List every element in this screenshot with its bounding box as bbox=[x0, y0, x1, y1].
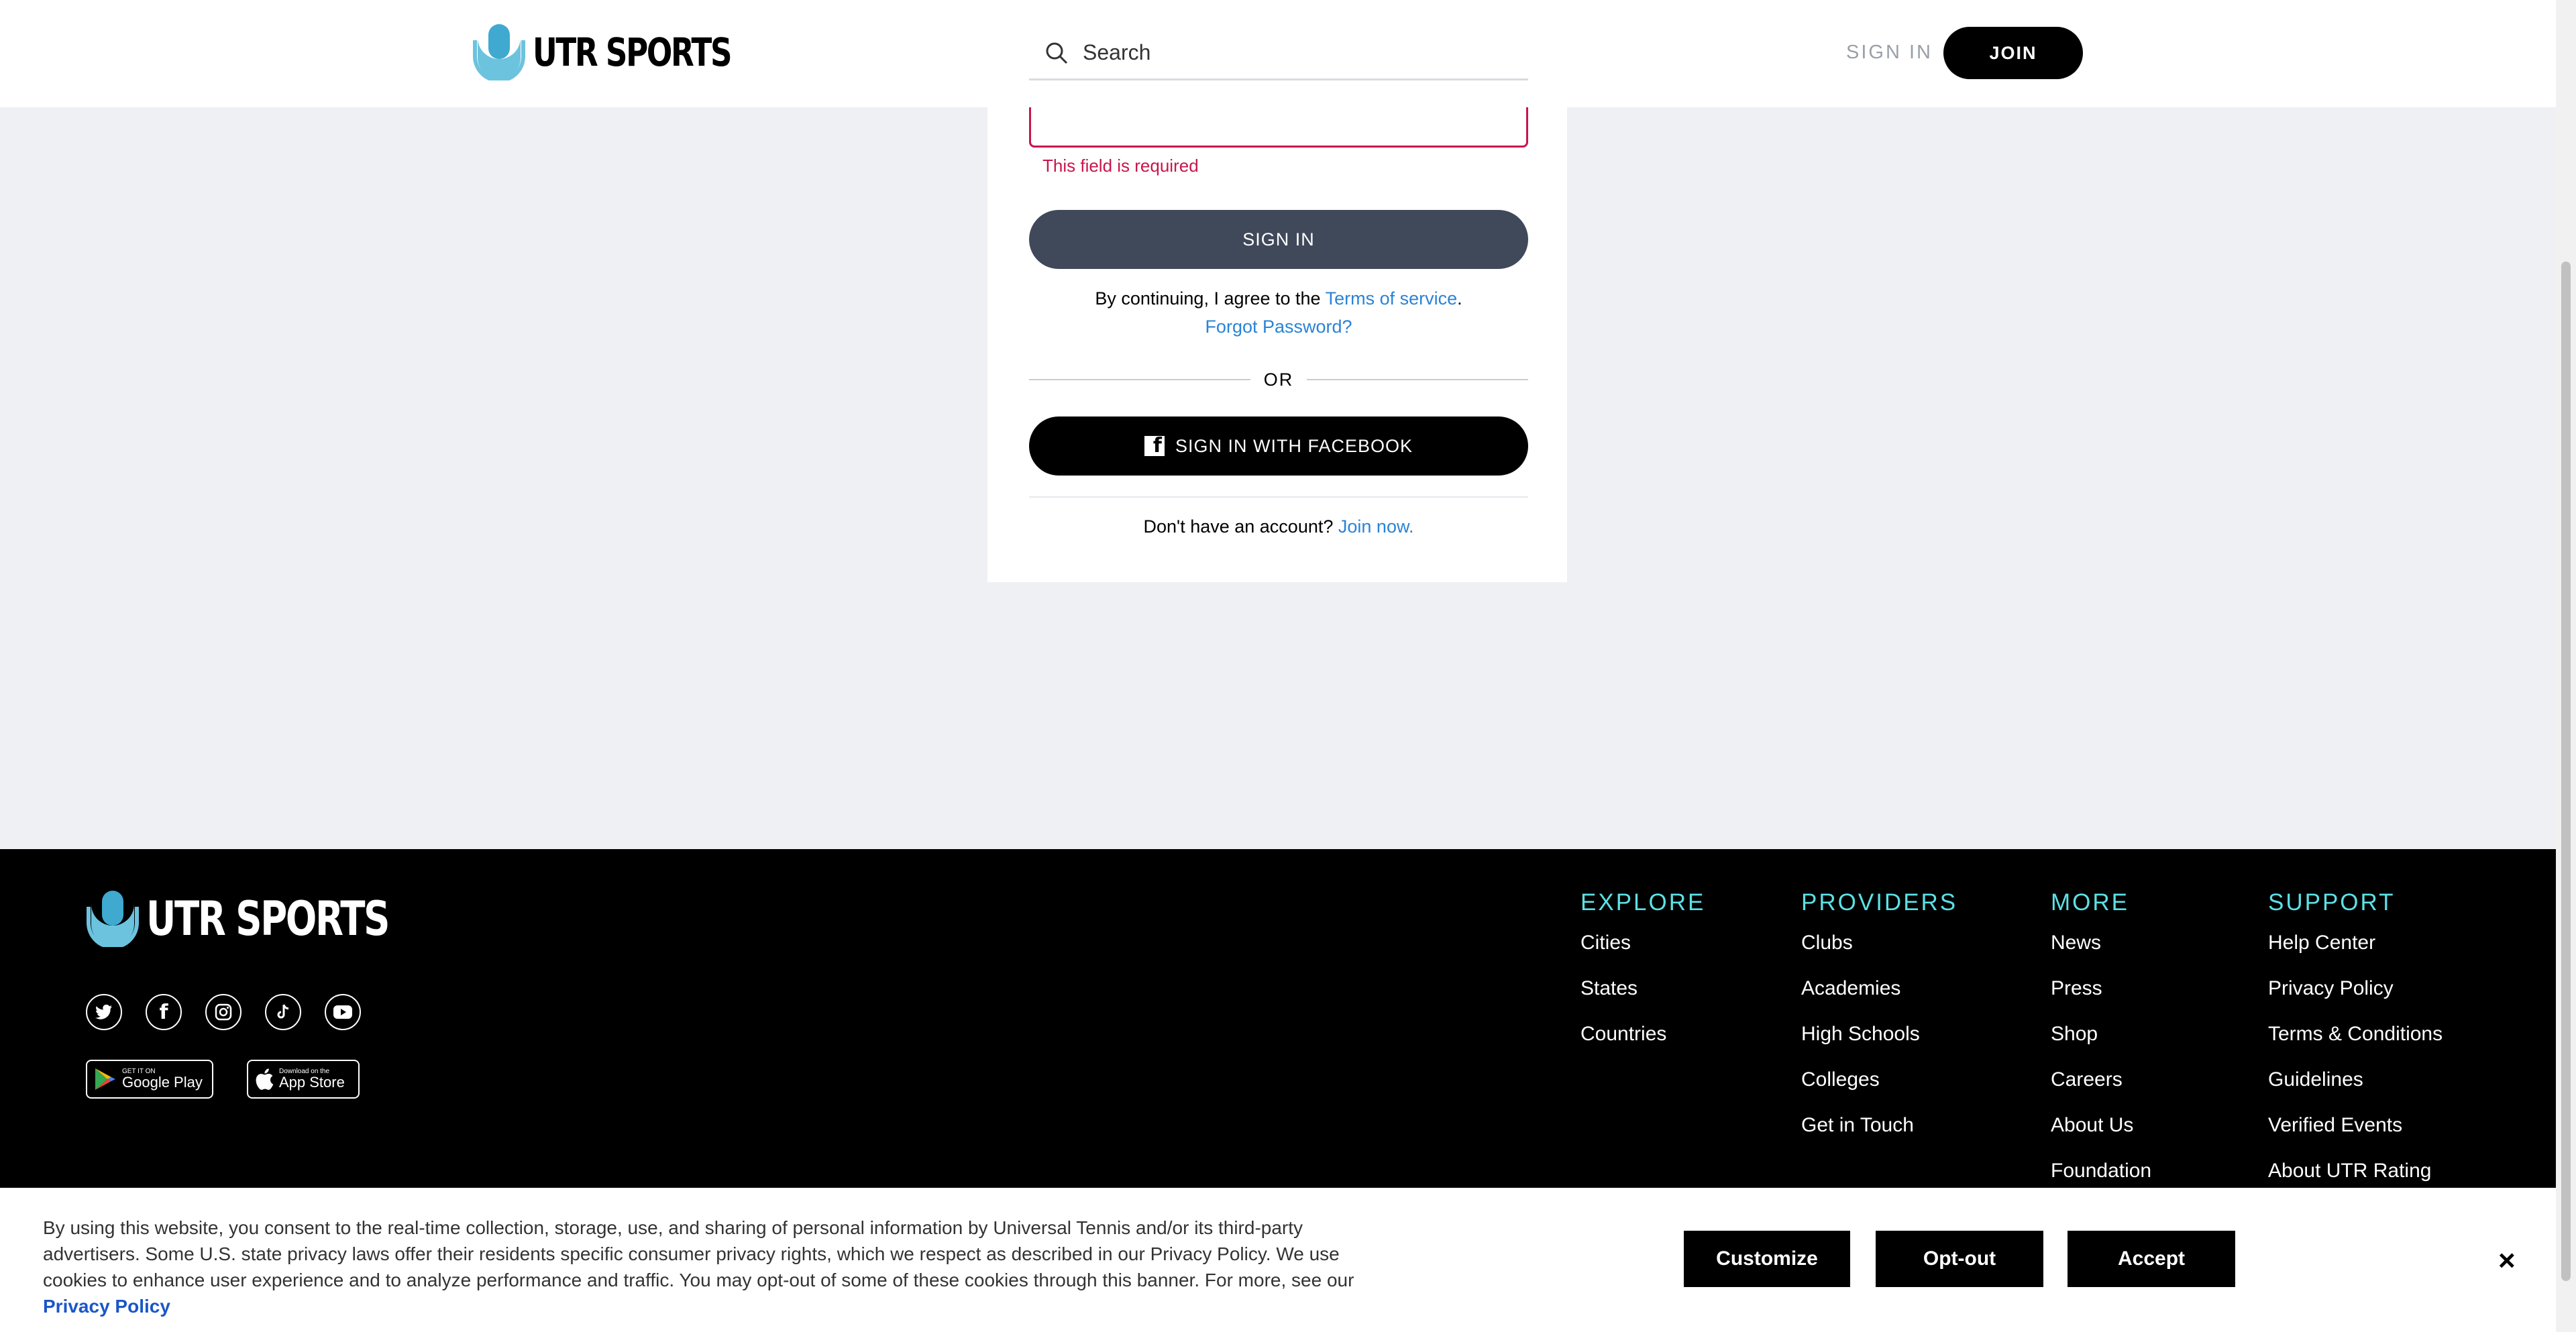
site-header: UTR SPORTS SIGN IN JOIN bbox=[0, 0, 2556, 107]
facebook-sign-in-button[interactable]: f SIGN IN WITH FACEBOOK bbox=[1029, 417, 1528, 476]
footer-link[interactable]: Guidelines bbox=[2268, 1068, 2443, 1091]
footer-link[interactable]: Clubs bbox=[1801, 932, 1957, 954]
footer-logo-text: UTR SPORTS bbox=[146, 891, 390, 946]
footer-link[interactable]: Privacy Policy bbox=[2268, 977, 2443, 1000]
footer-link[interactable]: States bbox=[1580, 977, 1705, 1000]
accept-button[interactable]: Accept bbox=[2068, 1231, 2235, 1287]
login-card: This field is required SIGN IN By contin… bbox=[987, 107, 1567, 582]
google-play-icon bbox=[95, 1068, 115, 1090]
facebook-icon[interactable]: f bbox=[146, 994, 182, 1030]
footer-column-title: MORE bbox=[2051, 889, 2129, 915]
footer-logo[interactable]: UTR SPORTS bbox=[86, 891, 457, 947]
footer-link[interactable]: Help Center bbox=[2268, 932, 2443, 954]
footer-column-providers: PROVIDERS Clubs Academies High Schools C… bbox=[1801, 889, 1957, 1160]
app-store-label: App Store bbox=[279, 1074, 345, 1091]
page-scrollbar[interactable] bbox=[2556, 0, 2576, 1332]
footer-column-title: PROVIDERS bbox=[1801, 889, 1958, 915]
footer-link[interactable]: Get in Touch bbox=[1801, 1114, 1957, 1137]
search-icon bbox=[1046, 42, 1068, 64]
footer-link[interactable]: News bbox=[2051, 932, 2151, 954]
header-sign-in-link[interactable]: SIGN IN bbox=[1846, 42, 1933, 64]
scrollbar-thumb[interactable] bbox=[2561, 262, 2571, 1281]
password-field[interactable] bbox=[1029, 107, 1528, 148]
app-store-badge[interactable]: Download on the App Store bbox=[247, 1060, 360, 1099]
utr-logo-icon bbox=[87, 891, 139, 947]
footer-link[interactable]: Verified Events bbox=[2268, 1114, 2443, 1137]
footer-link[interactable]: Countries bbox=[1580, 1023, 1705, 1046]
footer-link[interactable]: Shop bbox=[2051, 1023, 2151, 1046]
footer-link[interactable]: About Us bbox=[2051, 1114, 2151, 1137]
forgot-password-link[interactable]: Forgot Password? bbox=[1029, 317, 1528, 337]
terms-of-service-link[interactable]: Terms of service bbox=[1326, 288, 1458, 309]
tiktok-icon[interactable] bbox=[265, 994, 301, 1030]
no-account-prompt: Don't have an account? Join now. bbox=[1029, 516, 1528, 537]
instagram-icon[interactable] bbox=[205, 994, 241, 1030]
utr-sports-logo[interactable]: UTR SPORTS bbox=[472, 24, 787, 80]
utr-logo-icon bbox=[473, 24, 525, 80]
no-account-text: Don't have an account? bbox=[1143, 516, 1334, 537]
cookie-body: By using this website, you consent to th… bbox=[43, 1217, 1354, 1290]
footer-link[interactable]: Foundation bbox=[2051, 1160, 2151, 1182]
opt-out-button[interactable]: Opt-out bbox=[1876, 1231, 2043, 1287]
app-store-badges: GET IT ON Google Play Download on the App … bbox=[86, 1060, 393, 1099]
footer-column-support: SUPPORT Help Center Privacy Policy Terms… bbox=[2268, 889, 2443, 1205]
footer-link[interactable]: Cities bbox=[1580, 932, 1705, 954]
sign-in-button[interactable]: SIGN IN bbox=[1029, 210, 1528, 269]
footer-column-explore: EXPLORE Cities States Countries bbox=[1580, 889, 1705, 1068]
field-error-message: This field is required bbox=[1042, 156, 1199, 176]
agree-prefix: By continuing, I agree to the bbox=[1095, 288, 1321, 309]
google-play-label: Google Play bbox=[122, 1074, 203, 1091]
youtube-icon[interactable] bbox=[325, 994, 361, 1030]
footer-link[interactable]: About UTR Rating bbox=[2268, 1160, 2443, 1182]
footer-column-title: EXPLORE bbox=[1580, 889, 1706, 915]
or-text: OR bbox=[1263, 370, 1294, 390]
footer-link[interactable]: High Schools bbox=[1801, 1023, 1957, 1046]
logo-text: UTR SPORTS bbox=[533, 30, 733, 75]
join-now-link[interactable]: Join now. bbox=[1338, 516, 1414, 537]
social-links: f bbox=[86, 994, 384, 1030]
footer-link[interactable]: Academies bbox=[1801, 977, 1957, 1000]
apple-icon bbox=[256, 1068, 274, 1090]
footer-column-more: MORE News Press Shop Careers About Us Fo… bbox=[2051, 889, 2151, 1205]
agree-suffix: . bbox=[1457, 288, 1462, 309]
facebook-icon: f bbox=[1144, 436, 1165, 456]
google-play-badge[interactable]: GET IT ON Google Play bbox=[86, 1060, 213, 1099]
divider bbox=[1029, 496, 1528, 498]
cookie-text: By using this website, you consent to th… bbox=[43, 1215, 1405, 1319]
footer-link[interactable]: Colleges bbox=[1801, 1068, 1957, 1091]
search-bar[interactable] bbox=[1029, 27, 1528, 80]
footer-link[interactable]: Press bbox=[2051, 977, 2151, 1000]
header-join-button[interactable]: JOIN bbox=[1943, 27, 2083, 79]
privacy-policy-link[interactable]: Privacy Policy bbox=[43, 1296, 170, 1317]
close-icon[interactable]: × bbox=[2498, 1244, 2516, 1278]
search-input[interactable] bbox=[1083, 40, 1485, 65]
facebook-button-label: SIGN IN WITH FACEBOOK bbox=[1175, 435, 1413, 456]
terms-agreement: By continuing, I agree to the Terms of s… bbox=[1029, 288, 1528, 309]
footer-link[interactable]: Careers bbox=[2051, 1068, 2151, 1091]
cookie-consent-banner: By using this website, you consent to th… bbox=[0, 1188, 2556, 1332]
customize-button[interactable]: Customize bbox=[1684, 1231, 1850, 1287]
twitter-icon[interactable] bbox=[86, 994, 122, 1030]
footer-column-title: SUPPORT bbox=[2268, 889, 2396, 915]
footer-link[interactable]: Terms & Conditions bbox=[2268, 1023, 2443, 1046]
